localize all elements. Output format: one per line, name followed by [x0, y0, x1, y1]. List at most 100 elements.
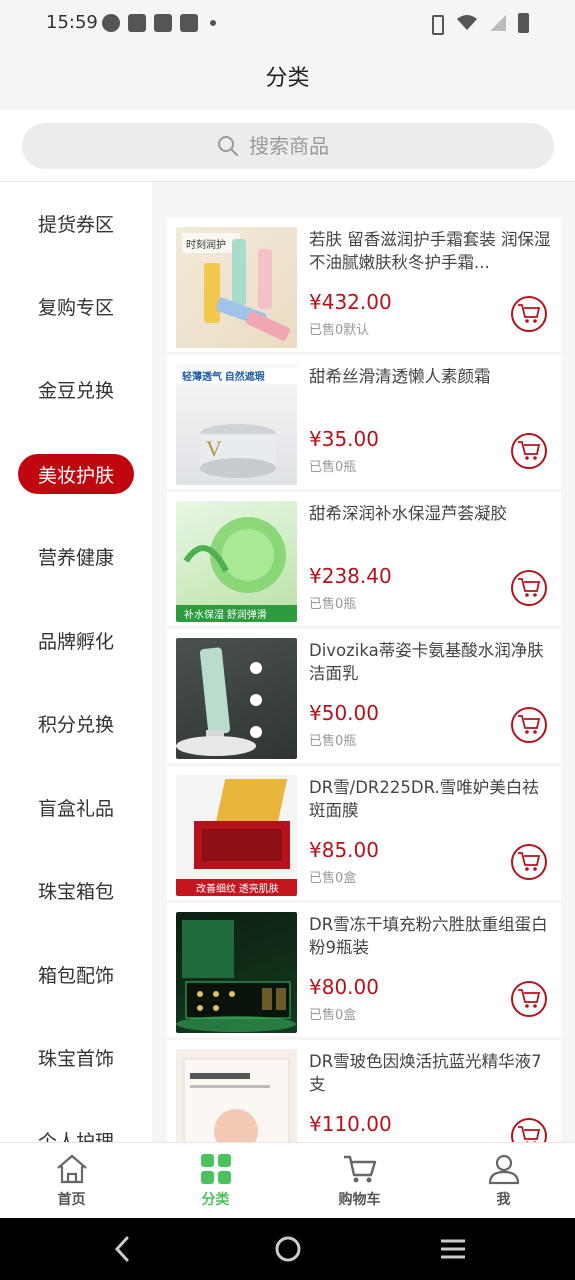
tab-cart[interactable]: 购物车	[288, 1143, 431, 1219]
search-input[interactable]	[249, 134, 359, 158]
sidebar-item-gold-bean[interactable]: 金豆兑换	[18, 369, 134, 409]
wifi-icon	[457, 15, 477, 30]
product-sold-count: 已售0盒	[309, 1008, 357, 1023]
tab-me[interactable]: 我	[432, 1143, 575, 1219]
product-price: ¥35.00	[309, 427, 379, 451]
tab-label: 购物车	[338, 1192, 381, 1208]
product-sold-count: 已售0默认	[309, 323, 370, 338]
page-title: 分类	[265, 66, 310, 91]
svg-text:轻薄透气 自然遮瑕: 轻薄透气 自然遮瑕	[182, 370, 266, 383]
product-card[interactable]: Divozika蒂姿卡氨基酸水润净肤洁面乳 ¥50.00 已售0瓶	[167, 629, 561, 763]
tab-home[interactable]: 首页	[0, 1143, 143, 1219]
product-price: ¥110.00	[309, 1112, 392, 1136]
product-image: 改善细纹 透亮肌肤	[176, 775, 297, 896]
back-icon	[114, 1236, 129, 1262]
system-nav-bar	[0, 1218, 575, 1280]
cart-icon	[518, 1126, 541, 1142]
product-price: ¥80.00	[309, 975, 379, 999]
product-card[interactable]: 补水保湿 舒润弹滑 甜希深润补水保湿芦荟凝胶 ¥238.40 已售0瓶	[167, 492, 561, 626]
product-name: 若肤 留香滋润护手霜套装 润保湿不油腻嫩肤秋冬护手霜...	[309, 230, 551, 272]
mail-icon	[180, 14, 198, 32]
add-to-cart-button[interactable]	[511, 981, 547, 1017]
mail-icon	[128, 14, 146, 32]
user-icon	[488, 1154, 519, 1185]
notification-icons	[102, 14, 216, 32]
sidebar-item-jewelry-bags[interactable]: 珠宝箱包	[18, 870, 134, 910]
product-sold-count: 已售0瓶	[309, 597, 357, 612]
sidebar-item-brand[interactable]: 品牌孵化	[18, 620, 134, 660]
product-price: ¥50.00	[309, 701, 379, 725]
sidebar-item-personal-care[interactable]: 个人护理	[18, 1120, 134, 1143]
search-icon	[218, 136, 238, 156]
sidebar-item-health[interactable]: 营养健康	[18, 536, 134, 576]
tab-label: 首页	[57, 1192, 86, 1208]
product-image: 时刻润护	[176, 227, 297, 348]
home-circle-icon	[275, 1236, 301, 1262]
home-icon	[56, 1154, 87, 1184]
sidebar-item-blind-box[interactable]: 盲盒礼品	[18, 787, 134, 827]
home-button[interactable]	[270, 1231, 306, 1267]
search-box[interactable]	[22, 123, 554, 169]
status-bar: 15:59	[0, 0, 575, 48]
sidebar-item-voucher[interactable]: 提货券区	[18, 203, 134, 243]
cart-icon	[518, 441, 541, 460]
product-name: Divozika蒂姿卡氨基酸水润净肤洁面乳	[309, 641, 544, 683]
signal-icon	[490, 15, 506, 31]
sidebar-item-jewelry[interactable]: 珠宝首饰	[18, 1037, 134, 1077]
cart-icon	[518, 304, 541, 323]
product-image	[176, 912, 297, 1033]
product-card[interactable]: DR雪冻干填充粉六胜肽重组蛋白粉9瓶装 ¥80.00 已售0盒	[167, 903, 561, 1037]
svg-text:补水保湿 舒润弹滑: 补水保湿 舒润弹滑	[184, 608, 267, 621]
product-sold-count: 已售0盒	[309, 871, 357, 886]
product-image: 补水保湿 舒润弹滑	[176, 501, 297, 622]
product-name: 甜希丝滑清透懒人素颜霜	[309, 367, 491, 386]
mail-icon	[154, 14, 172, 32]
product-image	[176, 638, 297, 759]
product-list: 时刻润护 若肤 留香滋润护手霜套装 润保湿不油腻嫩肤秋冬护手霜... ¥432.…	[152, 182, 575, 1142]
tab-label: 分类	[201, 1192, 230, 1208]
product-card[interactable]: 改善细纹 透亮肌肤 DR雪/DR225DR.雪唯妒美白祛斑面膜 ¥85.00 已…	[167, 766, 561, 900]
svg-text:改善细纹 透亮肌肤: 改善细纹 透亮肌肤	[196, 882, 279, 895]
battery-icon	[518, 13, 529, 33]
add-to-cart-button[interactable]	[511, 1118, 547, 1142]
add-to-cart-button[interactable]	[511, 707, 547, 743]
product-price: ¥432.00	[309, 290, 392, 314]
product-name: 甜希深润补水保湿芦荟凝胶	[309, 504, 507, 523]
product-card[interactable]: DR雪玻色因焕活抗蓝光精华液7支 ¥110.00	[167, 1040, 561, 1142]
product-sold-count: 已售0瓶	[309, 734, 357, 749]
add-to-cart-button[interactable]	[511, 844, 547, 880]
tab-category[interactable]: 分类	[144, 1143, 287, 1219]
product-price: ¥238.40	[309, 564, 392, 588]
add-to-cart-button[interactable]	[511, 570, 547, 606]
sidebar-item-beauty[interactable]: 美妆护肤	[18, 454, 134, 494]
speed-icon	[102, 14, 120, 32]
category-sidebar: 提货券区 复购专区 金豆兑换 美妆护肤 营养健康 品牌孵化 积分兑换 盲盒礼品 …	[0, 182, 152, 1142]
product-sold-count: 已售0瓶	[309, 460, 357, 475]
menu-icon	[441, 1239, 465, 1259]
search-bar	[0, 110, 575, 182]
cart-icon	[343, 1155, 376, 1183]
add-to-cart-button[interactable]	[511, 433, 547, 469]
product-card[interactable]: 轻薄透气 自然遮瑕 V 甜希丝滑清透懒人素颜霜 ¥35.00 已售0瓶	[167, 355, 561, 489]
back-button[interactable]	[104, 1231, 140, 1267]
product-price: ¥85.00	[309, 838, 379, 862]
system-icons	[426, 13, 529, 35]
product-name: DR雪玻色因焕活抗蓝光精华液7支	[309, 1052, 542, 1094]
recents-button[interactable]	[435, 1231, 471, 1267]
status-time: 15:59	[46, 12, 98, 33]
more-notifications-icon	[210, 20, 216, 26]
vibrate-icon	[426, 13, 446, 35]
product-card[interactable]: 时刻润护 若肤 留香滋润护手霜套装 润保湿不油腻嫩肤秋冬护手霜... ¥432.…	[167, 218, 561, 352]
bottom-tab-bar: 首页 分类 购物车 我	[0, 1142, 575, 1218]
tab-label: 我	[496, 1192, 511, 1208]
product-name: DR雪/DR225DR.雪唯妒美白祛斑面膜	[309, 778, 539, 820]
sidebar-item-repurchase[interactable]: 复购专区	[18, 286, 134, 326]
title-bar: 分类	[0, 48, 575, 110]
sidebar-item-points[interactable]: 积分兑换	[18, 703, 134, 743]
svg-text:V: V	[206, 436, 222, 461]
product-image	[176, 1049, 297, 1142]
product-image: 轻薄透气 自然遮瑕 V	[176, 364, 297, 485]
add-to-cart-button[interactable]	[511, 296, 547, 332]
cart-icon	[518, 715, 541, 734]
sidebar-item-bag-accessories[interactable]: 箱包配饰	[18, 954, 134, 994]
